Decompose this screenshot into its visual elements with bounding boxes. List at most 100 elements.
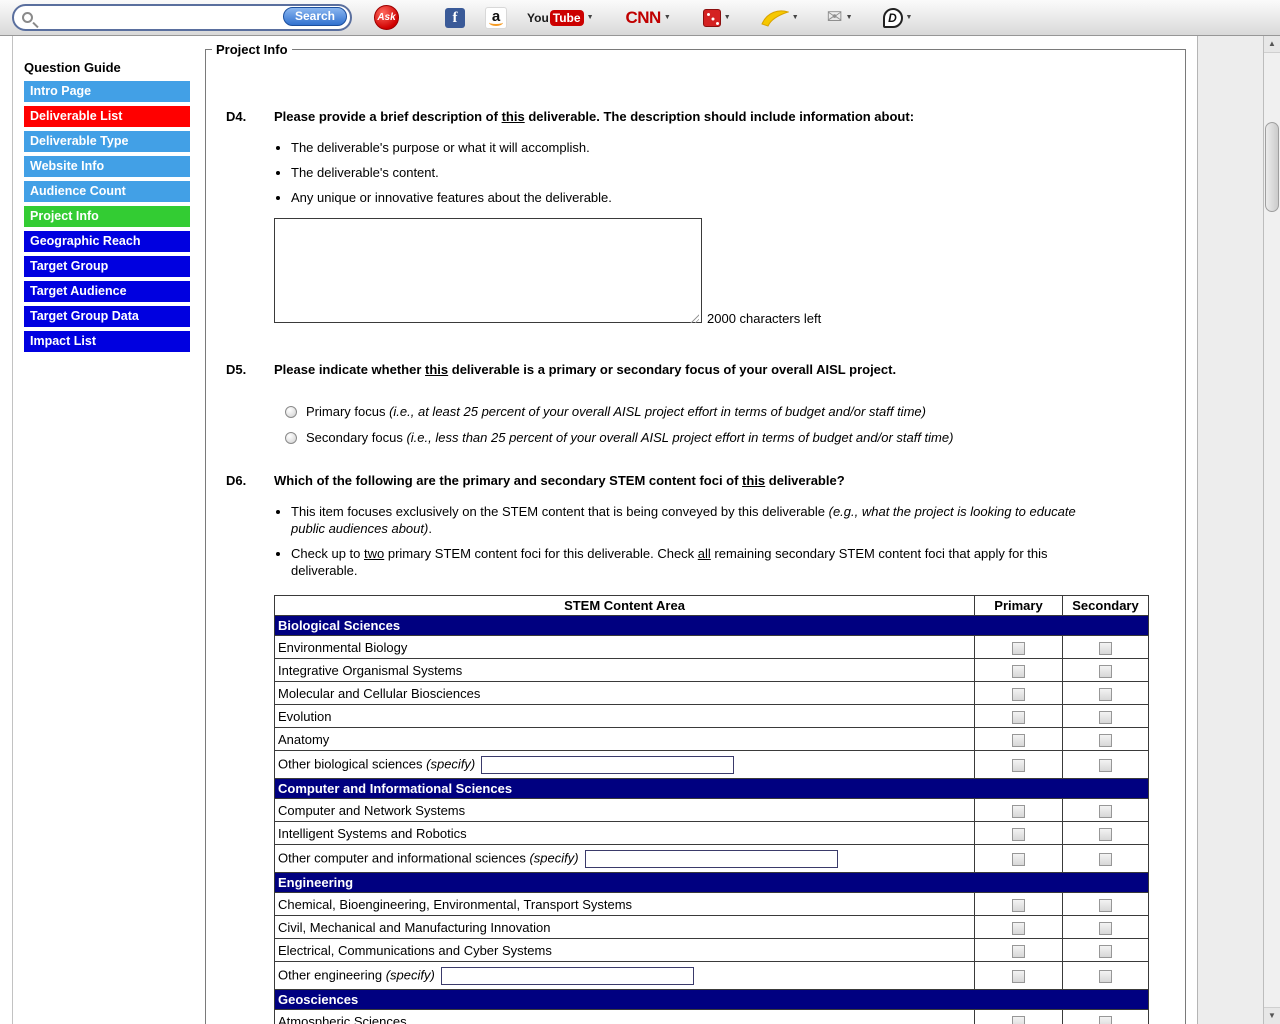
vertical-scrollbar[interactable]: ▲ ▼ <box>1263 36 1280 1024</box>
stem-area-label: Anatomy <box>275 728 975 751</box>
secondary-checkbox[interactable] <box>1099 734 1112 747</box>
sidebar-item-project-info[interactable]: Project Info <box>24 206 190 227</box>
stem-area-label: Evolution <box>275 705 975 728</box>
secondary-checkbox-cell <box>1063 916 1149 939</box>
toolbar-search-widget: Search <box>12 4 352 31</box>
dice-icon[interactable]: ▼ <box>703 9 731 27</box>
sidebar-item-geographic-reach[interactable]: Geographic Reach <box>24 231 190 252</box>
d6-bullet: Check up to two primary STEM content foc… <box>291 545 1104 579</box>
primary-checkbox-cell <box>975 659 1063 682</box>
secondary-checkbox[interactable] <box>1099 759 1112 772</box>
secondary-checkbox[interactable] <box>1099 642 1112 655</box>
stem-area-label: Other biological sciences (specify) <box>275 751 975 779</box>
table-row: Civil, Mechanical and Manufacturing Inno… <box>275 916 1149 939</box>
secondary-checkbox[interactable] <box>1099 853 1112 866</box>
chevron-down-icon[interactable]: ▼ <box>724 14 731 21</box>
sidebar-item-deliverable-list[interactable]: Deliverable List <box>24 106 190 127</box>
secondary-checkbox[interactable] <box>1099 970 1112 983</box>
scrollbar-thumb[interactable] <box>1265 122 1279 212</box>
right-gutter <box>1197 36 1263 1024</box>
sidebar-item-deliverable-type[interactable]: Deliverable Type <box>24 131 190 152</box>
secondary-checkbox[interactable] <box>1099 665 1112 678</box>
primary-checkbox[interactable] <box>1012 828 1025 841</box>
primary-checkbox-cell <box>975 705 1063 728</box>
secondary-focus-radio[interactable] <box>285 432 297 444</box>
secondary-checkbox-cell <box>1063 822 1149 845</box>
primary-checkbox[interactable] <box>1012 899 1025 912</box>
sidebar-item-target-group-data[interactable]: Target Group Data <box>24 306 190 327</box>
description-textarea[interactable] <box>274 218 702 323</box>
primary-checkbox[interactable] <box>1012 970 1025 983</box>
secondary-checkbox-cell <box>1063 751 1149 779</box>
facebook-icon-letter: f <box>445 8 465 28</box>
primary-checkbox[interactable] <box>1012 922 1025 935</box>
secondary-checkbox[interactable] <box>1099 711 1112 724</box>
primary-checkbox[interactable] <box>1012 688 1025 701</box>
secondary-checkbox[interactable] <box>1099 922 1112 935</box>
primary-checkbox[interactable] <box>1012 711 1025 724</box>
d-icon[interactable]: D ▼ <box>883 8 913 28</box>
table-row: Chemical, Bioengineering, Environmental,… <box>275 893 1149 916</box>
secondary-checkbox-cell <box>1063 962 1149 990</box>
sidebar-item-website-info[interactable]: Website Info <box>24 156 190 177</box>
primary-checkbox[interactable] <box>1012 945 1025 958</box>
specify-input[interactable] <box>441 967 694 985</box>
table-row: Other biological sciences (specify) <box>275 751 1149 779</box>
amazon-icon[interactable]: a <box>485 7 507 29</box>
specify-input[interactable] <box>585 850 838 868</box>
secondary-checkbox[interactable] <box>1099 688 1112 701</box>
primary-checkbox[interactable] <box>1012 759 1025 772</box>
primary-focus-radio[interactable] <box>285 406 297 418</box>
sidebar-item-target-audience[interactable]: Target Audience <box>24 281 190 302</box>
yellow-swoosh-icon[interactable]: ▼ <box>761 9 799 27</box>
table-row: Other computer and informational science… <box>275 845 1149 873</box>
primary-checkbox-cell <box>975 916 1063 939</box>
table-row: Other engineering (specify) <box>275 962 1149 990</box>
table-row: Evolution <box>275 705 1149 728</box>
scroll-down-button[interactable]: ▼ <box>1264 1007 1280 1024</box>
primary-checkbox[interactable] <box>1012 734 1025 747</box>
secondary-checkbox[interactable] <box>1099 945 1112 958</box>
amazon-icon-letter: a <box>485 7 507 29</box>
primary-checkbox[interactable] <box>1012 642 1025 655</box>
sidebar-item-target-group[interactable]: Target Group <box>24 256 190 277</box>
secondary-checkbox-cell <box>1063 1010 1149 1024</box>
secondary-checkbox[interactable] <box>1099 899 1112 912</box>
search-input[interactable] <box>39 8 280 27</box>
sidebar-item-audience-count[interactable]: Audience Count <box>24 181 190 202</box>
search-button[interactable]: Search <box>283 7 347 26</box>
ask-icon[interactable]: Ask <box>374 5 399 30</box>
stem-area-label: Other engineering (specify) <box>275 962 975 990</box>
mail-icon[interactable]: ✉ ▼ <box>827 8 853 27</box>
secondary-checkbox[interactable] <box>1099 1016 1112 1024</box>
sidebar-item-impact-list[interactable]: Impact List <box>24 331 190 352</box>
column-header-stem-content-area: STEM Content Area <box>275 596 975 616</box>
stem-area-label: Other computer and informational science… <box>275 845 975 873</box>
primary-checkbox[interactable] <box>1012 665 1025 678</box>
cnn-icon[interactable]: CNN ▼ <box>626 8 671 28</box>
question-guide-list: Intro Page Deliverable List Deliverable Ty… <box>24 81 190 352</box>
chevron-down-icon[interactable]: ▼ <box>846 14 853 21</box>
d6-bullet: This item focuses exclusively on the STE… <box>291 503 1104 537</box>
scroll-up-button[interactable]: ▲ <box>1264 36 1280 53</box>
secondary-checkbox-cell <box>1063 682 1149 705</box>
stem-area-label: Civil, Mechanical and Manufacturing Inno… <box>275 916 975 939</box>
secondary-checkbox[interactable] <box>1099 805 1112 818</box>
description-textarea-row: 2000 characters left <box>274 218 1185 328</box>
sidebar-item-intro-page[interactable]: Intro Page <box>24 81 190 102</box>
primary-checkbox-cell <box>975 728 1063 751</box>
primary-checkbox[interactable] <box>1012 1016 1025 1024</box>
youtube-icon-tube: Tube <box>550 10 584 26</box>
secondary-checkbox-cell <box>1063 728 1149 751</box>
specify-input[interactable] <box>481 756 734 774</box>
secondary-checkbox[interactable] <box>1099 828 1112 841</box>
chevron-down-icon[interactable]: ▼ <box>664 14 671 21</box>
chevron-down-icon[interactable]: ▼ <box>792 14 799 21</box>
primary-checkbox[interactable] <box>1012 805 1025 818</box>
primary-checkbox[interactable] <box>1012 853 1025 866</box>
facebook-icon[interactable]: f <box>445 8 465 28</box>
chevron-down-icon[interactable]: ▼ <box>587 14 594 21</box>
youtube-icon[interactable]: You Tube ▼ <box>527 10 594 26</box>
fieldset-legend: Project Info <box>212 42 292 57</box>
chevron-down-icon[interactable]: ▼ <box>906 14 913 21</box>
